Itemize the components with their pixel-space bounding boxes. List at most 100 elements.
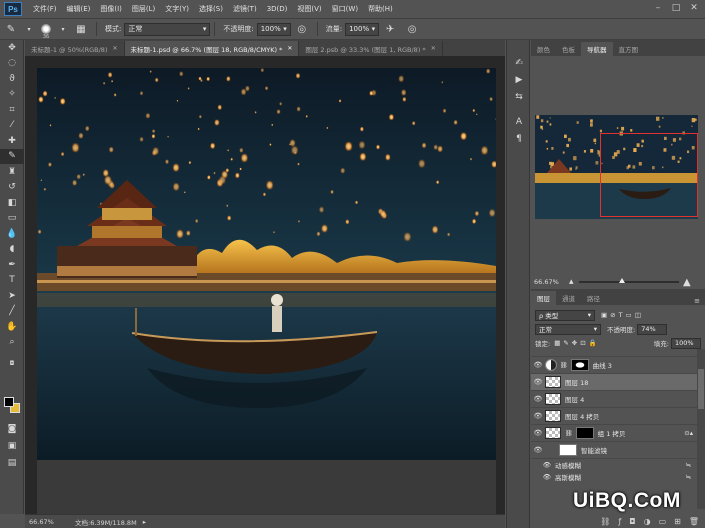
link-layers-icon[interactable]: ⛓ bbox=[600, 517, 610, 526]
hand-tool-icon[interactable]: ✋ bbox=[0, 319, 24, 335]
tab-channels[interactable]: 通道 bbox=[556, 291, 581, 305]
tab-color[interactable]: 颜色 bbox=[531, 42, 556, 56]
add-mask-icon[interactable]: ◘ bbox=[629, 517, 635, 526]
menu-window[interactable]: 窗口(W) bbox=[327, 4, 363, 14]
path-select-tool-icon[interactable]: ➤ bbox=[0, 288, 24, 304]
quick-mask-icon[interactable]: ◙ bbox=[0, 421, 24, 437]
slider-handle[interactable] bbox=[619, 278, 625, 283]
brush-tool-icon[interactable]: ✎ bbox=[4, 22, 18, 36]
pen-tool-icon[interactable]: ✒ bbox=[0, 257, 24, 273]
zoom-in-icon[interactable]: ▲ bbox=[683, 277, 691, 288]
blend-mode-select[interactable]: 正常 ▾ bbox=[535, 323, 601, 335]
new-adjustment-icon[interactable]: ◑ bbox=[644, 517, 651, 526]
menu-select[interactable]: 选择(S) bbox=[194, 4, 228, 14]
new-group-icon[interactable]: ▭ bbox=[659, 517, 667, 526]
filter-options-icon[interactable]: ≒ bbox=[686, 461, 691, 469]
history-brush-tool-icon[interactable]: ↺ bbox=[0, 180, 24, 196]
filter-type-icons[interactable]: ▣⊘T▭◫ bbox=[601, 311, 644, 319]
brush-preset-picker[interactable]: 36 bbox=[36, 20, 56, 40]
clone-stamp-tool-icon[interactable]: ♜ bbox=[0, 164, 24, 180]
panel-menu-icon[interactable]: ≡ bbox=[694, 297, 700, 305]
layer-row-group-1-copy[interactable]: 👁 ⛓ 组 1 拷贝 ⊙▴ bbox=[531, 425, 697, 442]
crop-tool-icon[interactable]: ⌗ bbox=[0, 102, 24, 118]
tab-document-1[interactable]: 未标题-1 @ 50%(RGB/8) ✕ bbox=[25, 41, 125, 56]
layer-mask-thumbnail[interactable] bbox=[575, 427, 594, 439]
menu-layer[interactable]: 图层(L) bbox=[127, 4, 160, 14]
eye-icon[interactable]: 👁 bbox=[531, 395, 545, 403]
character-panel-icon[interactable]: A bbox=[507, 113, 531, 130]
scrollbar-thumb[interactable] bbox=[698, 369, 704, 409]
move-tool-icon[interactable]: ✥ bbox=[0, 40, 24, 56]
navigator-zoom-slider[interactable] bbox=[579, 278, 679, 283]
zoom-tool-icon[interactable]: ⌕ bbox=[0, 335, 24, 351]
layer-row-layer-4-copy[interactable]: 👁 图层 4 拷贝 bbox=[531, 408, 697, 425]
close-icon[interactable]: ✕ bbox=[287, 45, 292, 52]
menu-view[interactable]: 视图(V) bbox=[292, 4, 326, 14]
paragraph-panel-icon[interactable]: ¶ bbox=[507, 130, 531, 147]
smart-filter-mask-thumbnail[interactable] bbox=[559, 444, 577, 456]
tab-paths[interactable]: 路径 bbox=[581, 291, 606, 305]
status-arrow-icon[interactable]: ▸ bbox=[143, 518, 146, 526]
layer-row-layer-4[interactable]: 👁 图层 4 bbox=[531, 391, 697, 408]
actions-panel-icon[interactable]: ▶ bbox=[507, 71, 531, 88]
layers-scrollbar[interactable] bbox=[697, 349, 705, 509]
navigator-view-box[interactable] bbox=[600, 133, 698, 217]
canvas-area[interactable] bbox=[25, 56, 505, 514]
screen-mode-icon[interactable]: ▣ bbox=[0, 438, 24, 454]
menu-file[interactable]: 文件(F) bbox=[28, 4, 62, 14]
eye-icon[interactable]: 👁 bbox=[531, 412, 545, 420]
tool-preset-chevron-icon[interactable]: ▾ bbox=[26, 22, 32, 36]
airbrush-icon[interactable]: ✈ bbox=[383, 22, 397, 36]
menu-3d[interactable]: 3D(D) bbox=[262, 5, 293, 13]
minimize-button[interactable]: – bbox=[652, 2, 664, 14]
menu-image[interactable]: 图像(I) bbox=[95, 4, 127, 14]
tab-document-3[interactable]: 图层 2.psb @ 33.3% (图层 1, RGB/8) * ✕ bbox=[299, 41, 443, 56]
layer-mask-thumbnail[interactable] bbox=[570, 359, 589, 371]
tab-histogram[interactable]: 直方图 bbox=[613, 42, 645, 56]
lock-icons[interactable]: ▦✎✥⊡🔒 bbox=[554, 339, 600, 347]
pressure-opacity-icon[interactable]: ◎ bbox=[295, 22, 309, 36]
line-tool-icon[interactable]: ╱ bbox=[0, 304, 24, 320]
brush-panel-toggle-icon[interactable]: ▦ bbox=[74, 22, 88, 36]
menu-filter[interactable]: 滤镜(T) bbox=[228, 4, 262, 14]
zoom-out-icon[interactable]: ▴ bbox=[569, 277, 574, 287]
eye-icon[interactable]: 👁 bbox=[531, 446, 545, 454]
filter-options-icon[interactable]: ≒ bbox=[686, 473, 691, 481]
opacity-input[interactable]: 100% ▾ bbox=[256, 22, 291, 36]
history-panel-icon[interactable]: ✍ bbox=[507, 54, 531, 71]
layer-filter-select[interactable]: ρ 类型 ▾ bbox=[535, 309, 595, 321]
tab-layers[interactable]: 图层 bbox=[531, 291, 556, 305]
layer-row-layer-18[interactable]: 👁 图层 18 bbox=[531, 374, 697, 391]
frame-icon[interactable]: ▤ bbox=[0, 455, 24, 471]
artwork-image[interactable] bbox=[37, 68, 496, 515]
layer-row-curves-3[interactable]: 👁 ⛓ 曲线 3 bbox=[531, 357, 697, 374]
pressure-size-icon[interactable]: ◎ bbox=[405, 22, 419, 36]
navigator-thumbnail[interactable] bbox=[535, 115, 698, 219]
eye-icon[interactable]: 👁 bbox=[531, 361, 545, 369]
layer-opacity-input[interactable]: 74% bbox=[637, 323, 668, 335]
close-window-button[interactable]: ✕ bbox=[688, 2, 700, 14]
menu-help[interactable]: 帮助(H) bbox=[363, 4, 398, 14]
menu-type[interactable]: 文字(Y) bbox=[160, 4, 194, 14]
new-layer-icon[interactable]: ⊞ bbox=[674, 517, 681, 526]
fx-icon[interactable]: ƒ bbox=[618, 517, 621, 526]
maximize-button[interactable]: □ bbox=[670, 2, 682, 14]
foreground-color-swatch[interactable] bbox=[4, 397, 14, 407]
filter-row-gaussian-blur[interactable]: 👁 高斯模糊 ≒ bbox=[531, 471, 697, 483]
navigator-zoom-value[interactable]: 66.67% bbox=[531, 278, 559, 286]
close-icon[interactable]: ✕ bbox=[112, 45, 117, 52]
default-colors-icon[interactable]: ◘ bbox=[0, 358, 24, 368]
fill-input[interactable]: 100% bbox=[671, 337, 701, 349]
healing-brush-tool-icon[interactable]: ✚ bbox=[0, 133, 24, 149]
lasso-tool-icon[interactable]: ϑ bbox=[0, 71, 24, 87]
layer-list[interactable]: 👁 ⛓ 曲线 3 👁 图层 18 👁 图层 4 👁 图层 4 拷贝 👁 ⛓ 组 … bbox=[531, 349, 697, 509]
brush-tool-icon[interactable]: ✎ bbox=[0, 148, 24, 164]
quick-select-tool-icon[interactable]: ✧ bbox=[0, 87, 24, 103]
eye-icon[interactable]: 👁 bbox=[531, 429, 545, 437]
eye-icon[interactable]: 👁 bbox=[531, 378, 545, 386]
marquee-tool-icon[interactable]: ◌ bbox=[0, 56, 24, 72]
flow-input[interactable]: 100% ▾ bbox=[345, 22, 380, 36]
eye-icon[interactable]: 👁 bbox=[531, 473, 555, 481]
tab-navigator[interactable]: 导航器 bbox=[581, 42, 613, 56]
eyedropper-tool-icon[interactable]: ⁄ bbox=[0, 118, 24, 134]
